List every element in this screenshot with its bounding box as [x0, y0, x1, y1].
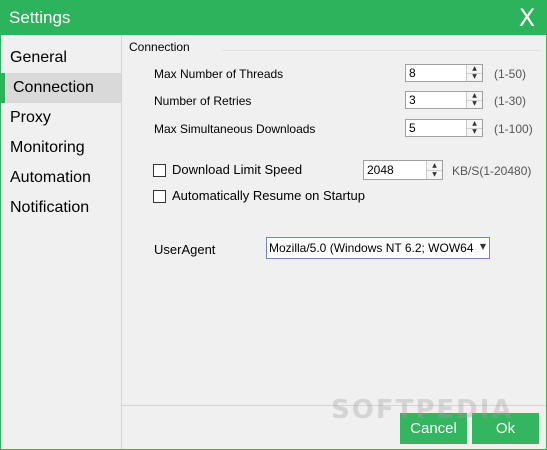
section-title: Connection — [129, 40, 190, 54]
sidebar-item-general[interactable]: General — [1, 43, 121, 73]
useragent-value: Mozilla/5.0 (Windows NT 6.2; WOW64 — [269, 241, 474, 255]
download-limit-value[interactable]: 2048 — [367, 163, 394, 177]
connection-panel: Connection Max Number of Threads 8 ▲ ▼ (… — [122, 35, 546, 405]
max-threads-range: (1-50) — [494, 67, 527, 81]
section-divider — [222, 50, 540, 52]
sidebar-item-automation[interactable]: Automation — [1, 163, 121, 193]
download-limit-unit: KB/S(1-20480) — [452, 164, 532, 178]
download-limit-arrows: ▲ ▼ — [426, 161, 442, 179]
spin-down-arrow-icon[interactable]: ▼ — [427, 170, 442, 179]
settings-window: Settings X General Connection Proxy Moni… — [0, 0, 547, 450]
spin-down-arrow-icon[interactable]: ▼ — [467, 73, 482, 81]
retries-arrows: ▲ ▼ — [466, 92, 482, 108]
auto-resume-checkbox[interactable] — [153, 190, 166, 203]
retries-value[interactable]: 3 — [409, 93, 416, 107]
max-threads-arrows: ▲ ▼ — [466, 65, 482, 81]
max-downloads-value[interactable]: 5 — [409, 121, 416, 135]
ok-button[interactable]: Ok — [472, 413, 539, 444]
useragent-label: UserAgent — [154, 242, 216, 257]
retries-label: Number of Retries — [154, 94, 252, 108]
max-downloads-stepper[interactable]: 5 ▲ ▼ — [405, 119, 483, 137]
window-title: Settings — [9, 8, 71, 27]
sidebar-item-monitoring[interactable]: Monitoring — [1, 133, 121, 163]
sidebar-item-connection[interactable]: Connection — [1, 73, 121, 103]
spin-down-arrow-icon[interactable]: ▼ — [467, 128, 482, 136]
auto-resume-label: Automatically Resume on Startup — [172, 188, 365, 203]
sidebar-item-proxy[interactable]: Proxy — [1, 103, 121, 133]
title-bar: Settings X — [1, 1, 546, 35]
cancel-button[interactable]: Cancel — [400, 413, 467, 444]
max-threads-stepper[interactable]: 8 ▲ ▼ — [405, 64, 483, 82]
settings-sidebar: General Connection Proxy Monitoring Auto… — [1, 35, 122, 449]
max-downloads-label: Max Simultaneous Downloads — [154, 122, 316, 136]
max-downloads-range: (1-100) — [494, 122, 533, 136]
retries-stepper[interactable]: 3 ▲ ▼ — [405, 91, 483, 109]
max-threads-value[interactable]: 8 — [409, 66, 416, 80]
footer-bar: Cancel Ok — [122, 406, 546, 449]
spin-down-arrow-icon[interactable]: ▼ — [467, 100, 482, 108]
sidebar-item-notification[interactable]: Notification — [1, 193, 121, 223]
max-downloads-arrows: ▲ ▼ — [466, 120, 482, 136]
useragent-dropdown[interactable]: Mozilla/5.0 (Windows NT 6.2; WOW64 ▼ — [266, 237, 490, 259]
dropdown-caret-icon[interactable]: ▼ — [480, 242, 486, 251]
max-threads-label: Max Number of Threads — [154, 67, 284, 81]
download-limit-stepper[interactable]: 2048 ▲ ▼ — [363, 160, 443, 180]
close-icon[interactable]: X — [514, 4, 540, 32]
download-limit-checkbox[interactable] — [153, 164, 166, 177]
download-limit-label: Download Limit Speed — [172, 162, 303, 177]
retries-range: (1-30) — [494, 94, 527, 108]
